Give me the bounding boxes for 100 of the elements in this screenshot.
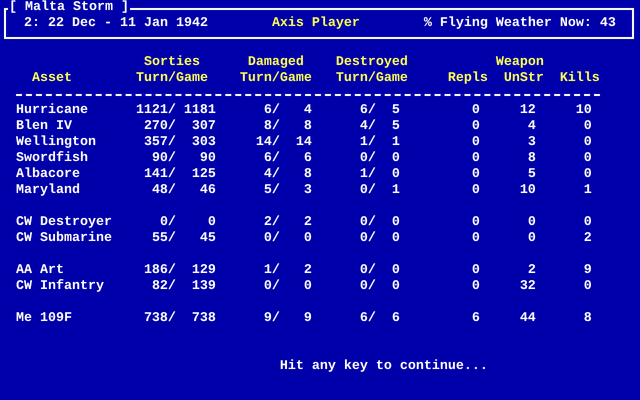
table-cell: 1 bbox=[584, 183, 592, 198]
table-cell: 9 bbox=[304, 311, 312, 326]
table-cell: 1121/ bbox=[136, 103, 176, 118]
table-cell: 0 bbox=[472, 135, 480, 150]
table-cell: 32 bbox=[520, 279, 536, 294]
table-cell: 0 bbox=[392, 279, 400, 294]
table-cell: 90/ bbox=[152, 151, 176, 166]
table-cell: 8 bbox=[304, 119, 312, 134]
table-cell: 6 bbox=[472, 311, 480, 326]
column-header: Turn/Game bbox=[240, 71, 312, 86]
asset-name: Hurricane bbox=[16, 103, 88, 118]
asset-name: CW Infantry bbox=[16, 279, 104, 294]
table-cell: 2 bbox=[304, 215, 312, 230]
table-cell: 0 bbox=[472, 167, 480, 182]
column-header: Turn/Game bbox=[136, 71, 208, 86]
table-cell: 0 bbox=[472, 151, 480, 166]
table-cell: 0/ bbox=[360, 215, 376, 230]
player-text: Axis Player bbox=[272, 16, 361, 32]
table-cell: 8 bbox=[528, 151, 536, 166]
table-cell: 6 bbox=[392, 311, 400, 326]
table-cell: 0/ bbox=[360, 263, 376, 278]
table-cell: 0 bbox=[584, 167, 592, 182]
table-cell: 0 bbox=[472, 231, 480, 246]
table-cell: 0/ bbox=[160, 215, 176, 230]
table-cell: 2 bbox=[304, 263, 312, 278]
table-cell: 0 bbox=[304, 279, 312, 294]
table-cell: 1181 bbox=[184, 103, 216, 118]
table-cell: 303 bbox=[192, 135, 216, 150]
table-cell: 3 bbox=[528, 135, 536, 150]
table-cell: 46 bbox=[200, 183, 216, 198]
table-cell: 0 bbox=[528, 215, 536, 230]
table-cell: 10 bbox=[576, 103, 592, 118]
table-cell: 0/ bbox=[264, 231, 280, 246]
table-cell: 0 bbox=[472, 279, 480, 294]
table-cell: 12 bbox=[520, 103, 536, 118]
asset-name: Blen IV bbox=[16, 119, 72, 134]
table-cell: 139 bbox=[192, 279, 216, 294]
asset-name: CW Destroyer bbox=[16, 215, 112, 230]
column-group-header: Sorties bbox=[144, 55, 200, 70]
table-cell: 5 bbox=[392, 103, 400, 118]
table-cell: 0 bbox=[472, 119, 480, 134]
column-header: Turn/Game bbox=[336, 71, 408, 86]
table-cell: 48/ bbox=[152, 183, 176, 198]
table-cell: 307 bbox=[192, 119, 216, 134]
table-cell: 0 bbox=[392, 263, 400, 278]
table-cell: 14 bbox=[296, 135, 312, 150]
table-cell: 10 bbox=[520, 183, 536, 198]
table-cell: 6/ bbox=[264, 151, 280, 166]
table-cell: 8 bbox=[584, 311, 592, 326]
table-cell: 4/ bbox=[360, 119, 376, 134]
table-cell: 0 bbox=[584, 151, 592, 166]
table-cell: 5/ bbox=[264, 183, 280, 198]
asset-name: Swordfish bbox=[16, 151, 88, 166]
table-cell: 1 bbox=[392, 135, 400, 150]
table-cell: 125 bbox=[192, 167, 216, 182]
table-cell: 0 bbox=[392, 151, 400, 166]
table-cell: 45 bbox=[200, 231, 216, 246]
table-cell: 0 bbox=[472, 183, 480, 198]
table-cell: 44 bbox=[520, 311, 536, 326]
table-cell: 0/ bbox=[360, 279, 376, 294]
table-cell: 6/ bbox=[264, 103, 280, 118]
table-cell: 82/ bbox=[152, 279, 176, 294]
table-cell: 0 bbox=[584, 279, 592, 294]
column-group-header: Damaged bbox=[248, 55, 304, 70]
table-cell: 6 bbox=[304, 151, 312, 166]
column-group-header: Destroyed bbox=[336, 55, 408, 70]
table-cell: 90 bbox=[200, 151, 216, 166]
table-cell: 186/ bbox=[144, 263, 176, 278]
table-cell: 4/ bbox=[264, 167, 280, 182]
column-header: Asset bbox=[32, 71, 72, 86]
table-cell: 1/ bbox=[264, 263, 280, 278]
table-cell: 0 bbox=[584, 215, 592, 230]
table-cell: 738/ bbox=[144, 311, 176, 326]
table-cell: 55/ bbox=[152, 231, 176, 246]
table-cell: 4 bbox=[304, 103, 312, 118]
asset-name: CW Submarine bbox=[16, 231, 112, 246]
table-cell: 9/ bbox=[264, 311, 280, 326]
column-header: Kills bbox=[560, 71, 600, 86]
table-cell: 6/ bbox=[360, 103, 376, 118]
table-cell: 3 bbox=[304, 183, 312, 198]
asset-name: Me 109F bbox=[16, 311, 72, 326]
table-cell: 6/ bbox=[360, 311, 376, 326]
asset-name: Wellington bbox=[16, 135, 96, 150]
table-cell: 0 bbox=[304, 231, 312, 246]
table-cell: 1/ bbox=[360, 135, 376, 150]
table-cell: 270/ bbox=[144, 119, 176, 134]
table-cell: 14/ bbox=[256, 135, 280, 150]
table-cell: 0/ bbox=[264, 279, 280, 294]
table-cell: 5 bbox=[528, 167, 536, 182]
table-cell: 1/ bbox=[360, 167, 376, 182]
asset-name: AA Art bbox=[16, 263, 64, 278]
table-cell: 0 bbox=[392, 231, 400, 246]
period-text: 2: 22 Dec - 11 Jan 1942 bbox=[24, 16, 209, 32]
table-cell: 129 bbox=[192, 263, 216, 278]
table-cell: 0/ bbox=[360, 231, 376, 246]
table-cell: 0 bbox=[472, 103, 480, 118]
table-cell: 4 bbox=[528, 119, 536, 134]
weather-text: % Flying Weather Now: 43 bbox=[424, 16, 616, 32]
table-cell: 357/ bbox=[144, 135, 176, 150]
asset-name: Maryland bbox=[16, 183, 80, 198]
